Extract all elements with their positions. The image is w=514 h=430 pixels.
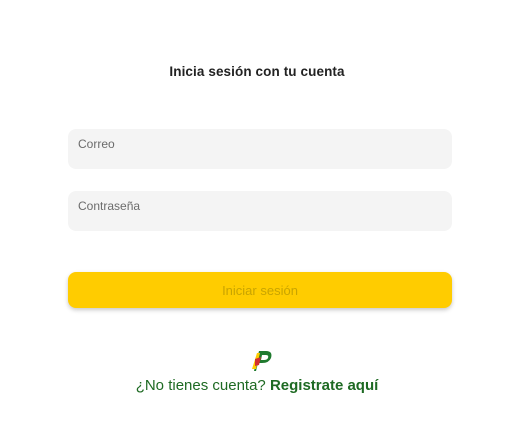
brand-p-logo-icon bbox=[252, 351, 272, 371]
password-field[interactable]: Contraseña bbox=[68, 191, 452, 231]
login-button[interactable]: Iniciar sesión bbox=[68, 272, 452, 308]
signup-link[interactable]: Registrate aquí bbox=[270, 377, 378, 394]
signup-prompt-text: ¿No tienes cuenta? bbox=[135, 377, 266, 394]
email-field[interactable]: Correo bbox=[68, 129, 452, 169]
password-placeholder: Contraseña bbox=[78, 199, 141, 213]
email-placeholder: Correo bbox=[78, 137, 115, 151]
signup-prompt: ¿No tienes cuenta? Registrate aquí bbox=[0, 377, 514, 394]
page-title: Inicia sesión con tu cuenta bbox=[169, 64, 345, 79]
